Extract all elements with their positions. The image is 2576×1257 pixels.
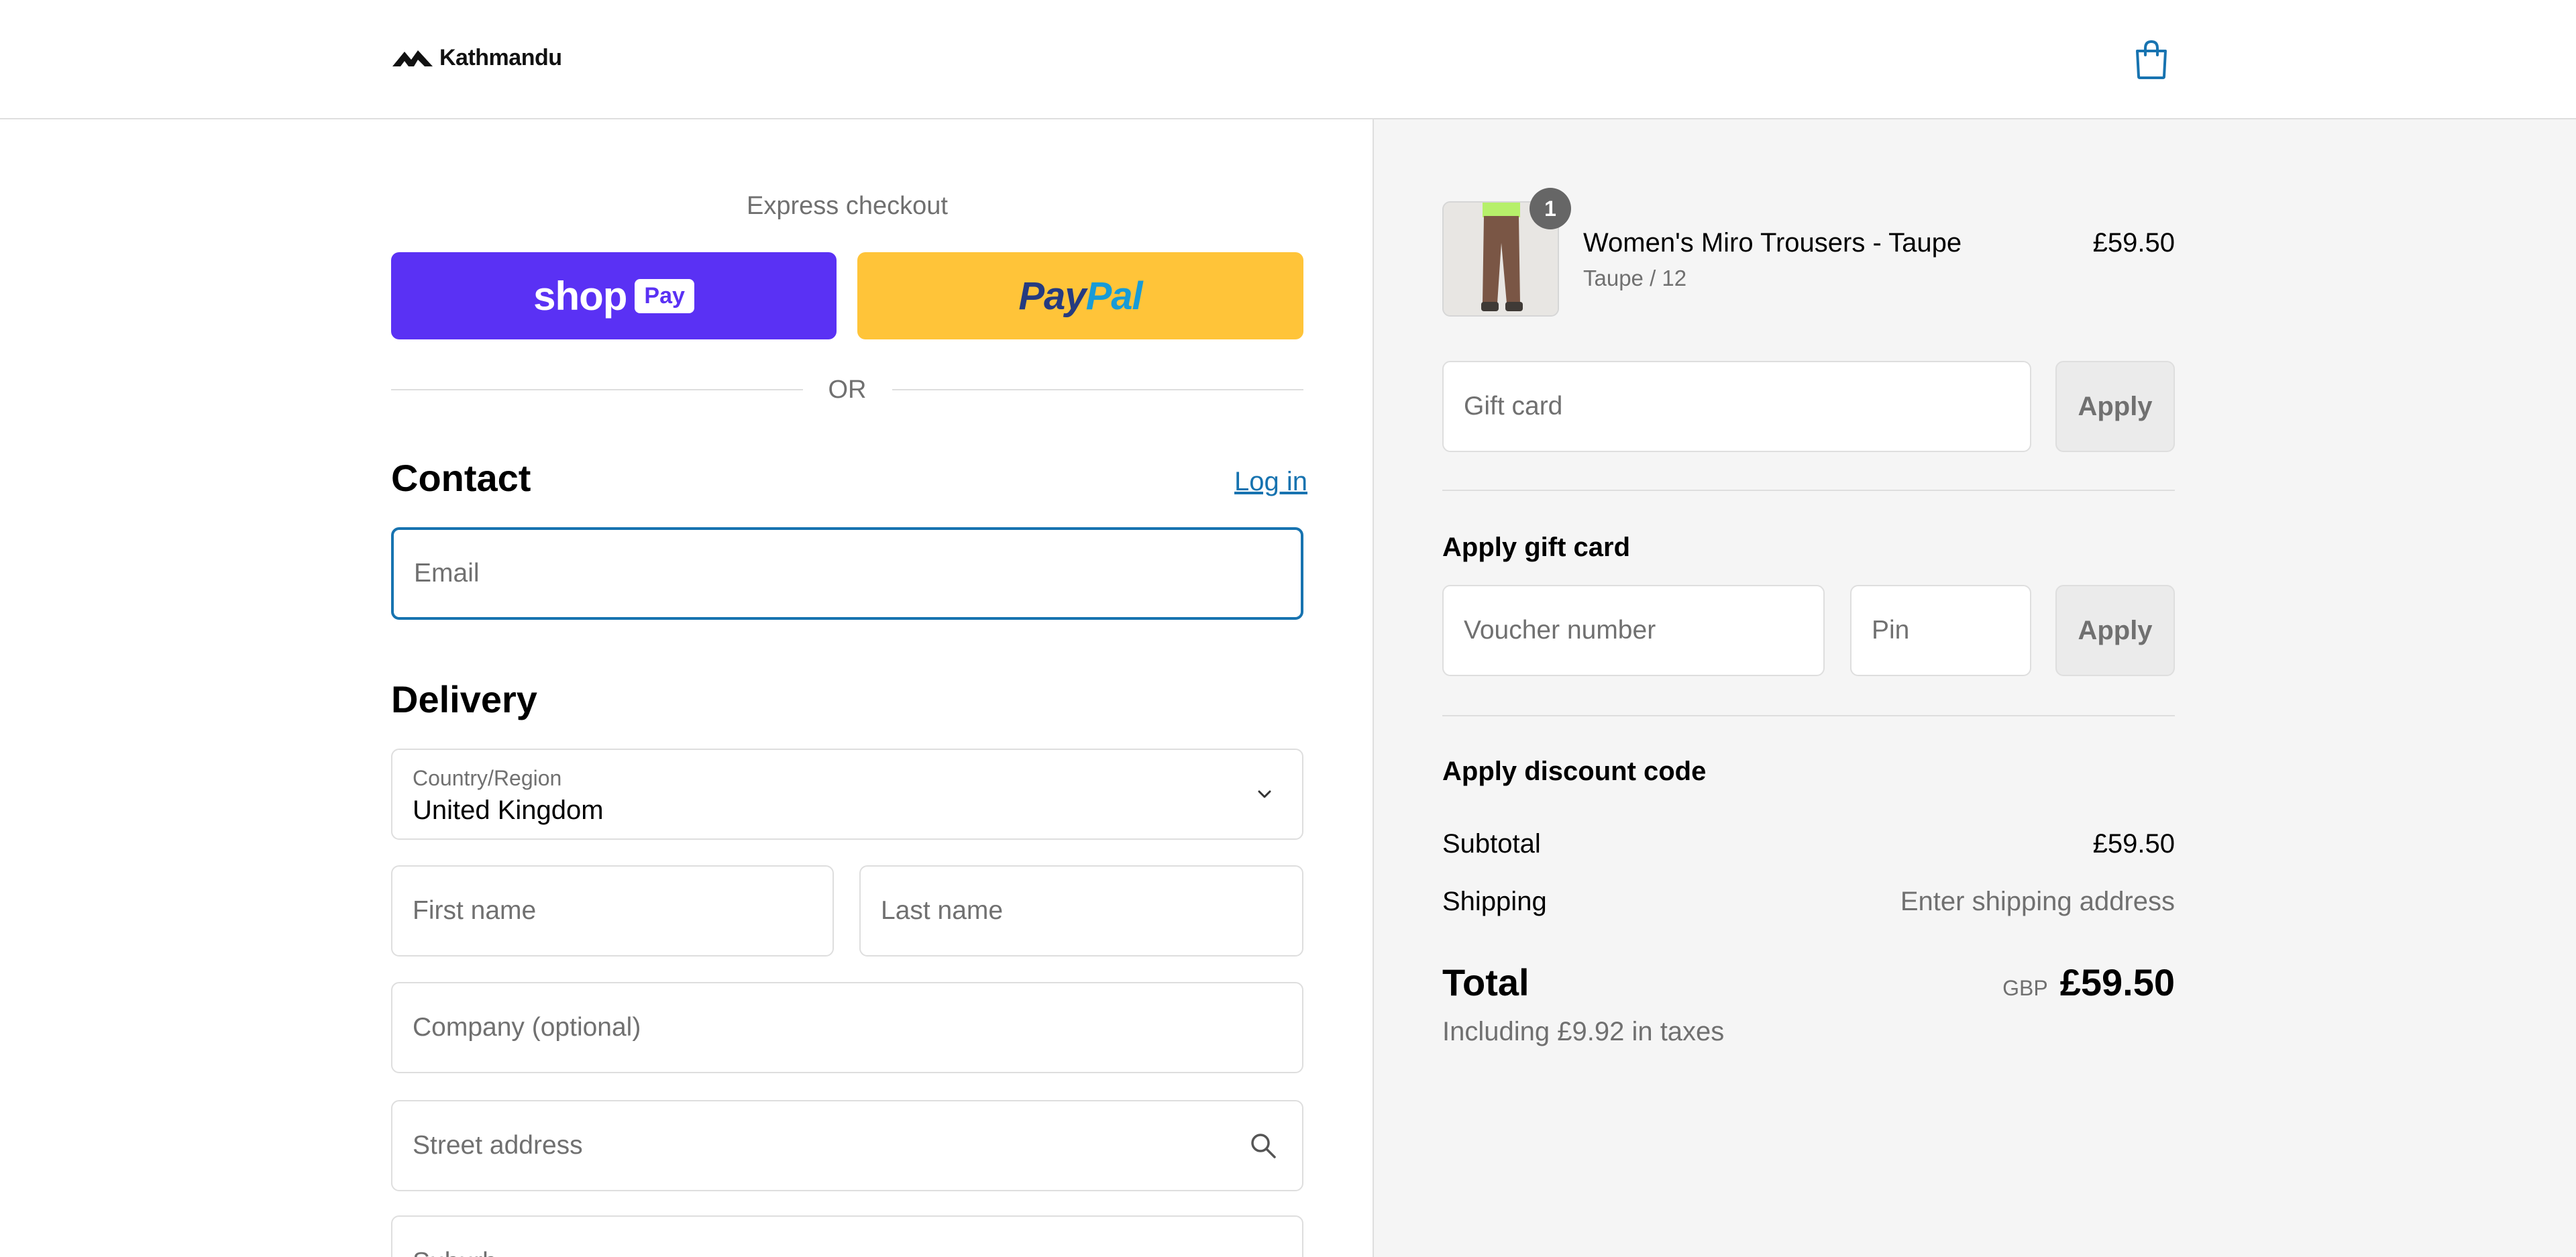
shipping-label: Shipping — [1442, 887, 1547, 916]
quantity-badge: 1 — [1529, 188, 1571, 229]
delivery-heading: Delivery — [391, 678, 537, 720]
paypal-wordmark-pal: Pal — [1085, 274, 1143, 318]
chevron-down-icon — [1258, 790, 1271, 798]
summary-divider — [1442, 490, 2175, 491]
pin-placeholder: Pin — [1872, 616, 1910, 645]
or-divider: OR — [391, 373, 1303, 406]
shop-pay-button[interactable]: shop Pay — [391, 252, 837, 339]
tax-note: Including £9.92 in taxes — [1442, 1017, 1725, 1046]
site-header: Kathmandu — [0, 0, 2576, 119]
email-field[interactable]: Email — [391, 527, 1303, 620]
product-variant: Taupe / 12 — [1583, 266, 1687, 290]
pin-field[interactable]: Pin — [1850, 585, 2031, 676]
shop-pay-wordmark: shop — [533, 273, 627, 319]
last-name-field[interactable]: Last name — [859, 865, 1303, 957]
country-select[interactable]: Country/Region United Kingdom — [391, 749, 1303, 840]
shipping-value: Enter shipping address — [1900, 887, 2175, 916]
apply-voucher-button[interactable]: Apply — [2055, 585, 2175, 676]
total-value: £59.50 — [2059, 961, 2175, 1003]
search-icon — [1251, 1134, 1276, 1158]
apply-gift-card-heading: Apply gift card — [1442, 533, 1631, 562]
apply-gift-card-button[interactable]: Apply — [2055, 361, 2175, 452]
apply-discount-code-toggle[interactable]: Apply discount code — [1442, 757, 1706, 787]
voucher-number-field[interactable]: Voucher number — [1442, 585, 1825, 676]
first-name-placeholder: First name — [413, 896, 537, 925]
suburb-field[interactable]: Suburb — [391, 1215, 1303, 1257]
email-placeholder: Email — [414, 559, 480, 588]
express-checkout-label: Express checkout — [747, 192, 948, 220]
country-value: United Kingdom — [413, 796, 604, 825]
divider-line — [391, 389, 803, 390]
paypal-wordmark-pay: Pay — [1018, 274, 1086, 318]
subtotal-value: £59.50 — [2092, 829, 2175, 859]
product-price: £59.50 — [2092, 228, 2175, 258]
brand-name: Kathmandu — [439, 44, 562, 70]
divider-line — [892, 389, 1303, 390]
last-name-placeholder: Last name — [881, 896, 1004, 925]
log-in-link[interactable]: Log in — [1234, 467, 1307, 497]
gift-card-field[interactable]: Gift card — [1442, 361, 2031, 452]
total-label: Total — [1442, 961, 1529, 1003]
company-field[interactable]: Company (optional) — [391, 982, 1303, 1073]
gift-card-placeholder: Gift card — [1464, 392, 1563, 421]
street-address-field[interactable]: Street address — [391, 1100, 1303, 1191]
mountain-logo-icon — [392, 50, 433, 66]
or-text: OR — [828, 375, 867, 404]
shop-pay-badge: Pay — [635, 278, 694, 313]
total-amount: GBP £59.50 — [2002, 961, 2175, 1004]
summary-divider — [1442, 715, 2175, 716]
brand-logo[interactable]: Kathmandu — [391, 44, 562, 71]
shopping-bag-icon[interactable] — [2132, 39, 2171, 80]
suburb-placeholder: Suburb — [413, 1248, 497, 1257]
paypal-button[interactable]: PayPal — [857, 252, 1303, 339]
contact-heading: Contact — [391, 457, 531, 499]
first-name-field[interactable]: First name — [391, 865, 834, 957]
street-address-placeholder: Street address — [413, 1131, 583, 1160]
company-placeholder: Company (optional) — [413, 1013, 641, 1042]
country-label: Country/Region — [413, 766, 562, 790]
product-name: Women's Miro Trousers - Taupe — [1583, 228, 1962, 258]
voucher-number-placeholder: Voucher number — [1464, 616, 1656, 645]
currency-code: GBP — [2002, 976, 2048, 1000]
subtotal-label: Subtotal — [1442, 829, 1541, 859]
paypal-wordmark: PayPal — [1018, 274, 1142, 319]
